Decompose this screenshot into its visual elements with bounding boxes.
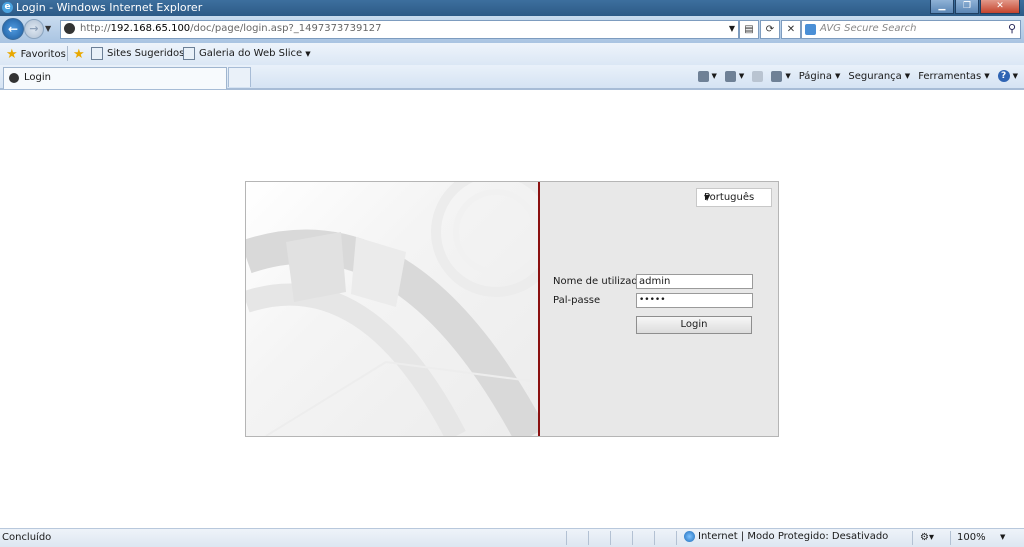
tab-login[interactable]: Login — [3, 67, 227, 89]
address-actions: ▤ ⟳ ✕ — [739, 20, 802, 39]
login-panel: Português ▼ Nome de utilizador admin Pal… — [245, 181, 779, 437]
mail-icon — [752, 70, 764, 82]
feeds-button[interactable]: ▼ — [724, 70, 744, 82]
home-button[interactable]: ▼ — [697, 70, 717, 82]
ie-logo-icon: e — [2, 2, 13, 13]
page-icon — [183, 47, 195, 60]
language-select[interactable]: Português ▼ — [696, 188, 772, 207]
refresh-icon[interactable]: ⟳ — [760, 20, 780, 39]
security-zone[interactable]: Internet | Modo Protegido: Desativado — [684, 531, 888, 542]
zoom-dropdown-icon[interactable]: ▼ — [1000, 533, 1005, 541]
zone-text: Internet | Modo Protegido: Desativado — [698, 531, 889, 542]
search-input[interactable]: AVG Secure Search ⚲ — [801, 20, 1021, 39]
page-content: Português ▼ Nome de utilizador admin Pal… — [0, 90, 1024, 528]
decorative-graphic — [246, 182, 538, 436]
window-controls: ▁ ❐ ✕ — [929, 0, 1020, 14]
add-to-favorites-button[interactable]: ★ — [73, 47, 88, 62]
url-text: http://192.168.65.100/doc/page/login.asp… — [80, 23, 382, 34]
status-text: Concluído — [2, 532, 52, 543]
address-dropdown-icon[interactable]: ▼ — [729, 24, 735, 33]
rss-icon — [724, 70, 736, 82]
chevron-down-icon: ▼ — [704, 193, 711, 202]
gallery-label: Galeria do Web Slice — [199, 48, 303, 59]
page-icon — [91, 47, 103, 60]
maximize-button[interactable]: ❐ — [955, 0, 979, 14]
address-toolbar: ← → ▼ http://192.168.65.100/doc/page/log… — [0, 16, 1024, 43]
sites-label: Sites Sugeridos — [107, 48, 185, 59]
zoom-level[interactable]: 100% — [957, 532, 986, 543]
close-window-button[interactable]: ✕ — [980, 0, 1020, 14]
username-field[interactable]: admin — [636, 274, 753, 289]
protected-mode-icon[interactable]: ⚙▾ — [920, 532, 934, 543]
password-field[interactable]: ••••• — [636, 293, 753, 308]
minimize-button[interactable]: ▁ — [930, 0, 954, 14]
site-icon — [64, 23, 75, 34]
command-bar: ▼ ▼ ▼ Página ▼ Segurança ▼ Ferramentas ▼ ? ▼ — [690, 68, 1018, 84]
new-tab-button[interactable] — [228, 67, 251, 87]
favorites-bar: ★ Favoritos ★ Sites Sugeridos ▼ Galeria … — [0, 43, 1024, 65]
divider — [67, 46, 68, 61]
tab-label: Login — [24, 72, 51, 83]
security-menu[interactable]: Segurança ▼ — [848, 71, 910, 82]
username-label: Nome de utilizador — [553, 276, 648, 287]
star-icon: ★ — [6, 47, 18, 62]
history-dropdown-icon[interactable]: ▼ — [45, 24, 51, 33]
login-form: Português ▼ Nome de utilizador admin Pal… — [540, 182, 778, 436]
tools-menu[interactable]: Ferramentas ▼ — [918, 71, 989, 82]
address-input[interactable]: http://192.168.65.100/doc/page/login.asp… — [60, 20, 739, 39]
compatibility-view-icon[interactable]: ▤ — [739, 20, 759, 39]
page-menu[interactable]: Página ▼ — [799, 71, 841, 82]
stop-icon[interactable]: ✕ — [781, 20, 801, 39]
sites-sugeridos-button[interactable]: Sites Sugeridos ▼ — [91, 47, 193, 60]
login-button[interactable]: Login — [636, 316, 752, 334]
search-placeholder: AVG Secure Search — [820, 23, 917, 34]
mail-button[interactable] — [752, 70, 764, 82]
back-button[interactable]: ← — [2, 18, 24, 40]
chevron-down-icon: ▼ — [305, 49, 311, 58]
search-provider-icon — [805, 24, 816, 35]
help-icon: ? — [997, 70, 1010, 82]
internet-zone-icon — [684, 531, 695, 542]
window-title: Login - Windows Internet Explorer — [16, 1, 203, 14]
printer-icon — [771, 70, 783, 82]
tab-site-icon — [9, 73, 19, 83]
home-icon — [697, 70, 709, 82]
favorites-button[interactable]: ★ Favoritos — [6, 47, 66, 62]
help-menu[interactable]: ? ▼ — [997, 70, 1018, 82]
arc-graphic — [246, 182, 538, 436]
favorites-label: Favoritos — [20, 49, 66, 60]
title-bar: e Login - Windows Internet Explorer ▁ ❐ … — [0, 0, 1024, 16]
web-slice-gallery-button[interactable]: Galeria do Web Slice ▼ — [183, 47, 311, 60]
forward-button[interactable]: → — [24, 19, 44, 39]
add-favorite-icon: ★ — [73, 47, 85, 62]
search-icon[interactable]: ⚲ — [1008, 22, 1016, 35]
status-bar: Concluído Internet | Modo Protegido: Des… — [0, 528, 1024, 547]
print-button[interactable]: ▼ — [771, 70, 791, 82]
password-label: Pal-passe — [553, 295, 601, 306]
